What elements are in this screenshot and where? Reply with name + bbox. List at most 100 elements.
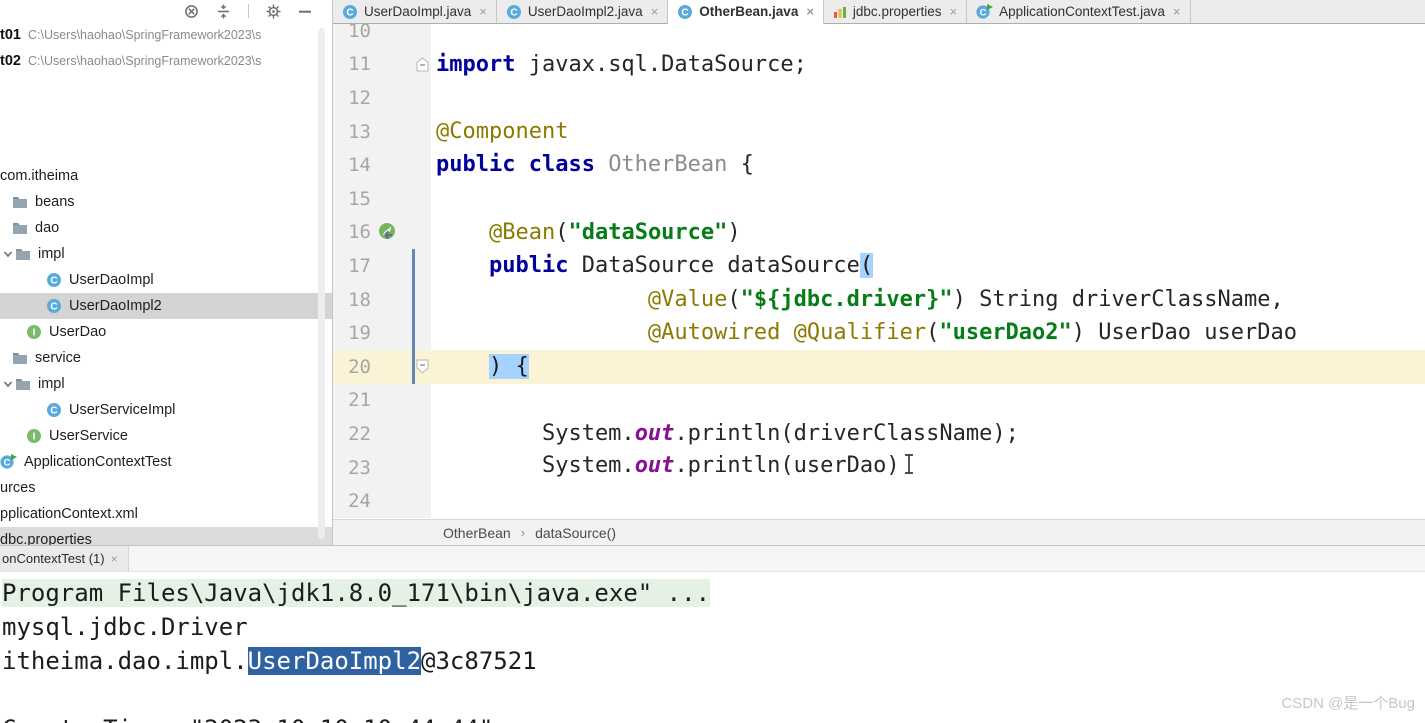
chevron-down-icon[interactable]	[0, 248, 15, 260]
code-lines: 10 11 import javax.sql.DataSource; 12 13 @Com…	[333, 24, 1425, 518]
tree-item-pplicationcontext-xml[interactable]: pplicationContext.xml	[0, 501, 332, 527]
tree-item-userservice[interactable]: I UserService	[0, 423, 332, 449]
class-icon: C	[677, 4, 693, 20]
code-line-20: 20 ) {	[333, 349, 1425, 384]
folder-icon	[12, 221, 28, 235]
tree-item-t01[interactable]: t01 C:\Users\haohao\SpringFramework2023\s	[0, 22, 332, 48]
run-tab[interactable]: onContextTest (1) ×	[0, 546, 129, 571]
code-text: @Bean("dataSource")	[488, 219, 741, 245]
module-name: t02	[0, 53, 21, 69]
fold-zone	[403, 181, 431, 216]
settings-icon	[266, 4, 281, 19]
tree-item-label: ApplicationContextTest	[24, 454, 172, 470]
gutter-icon-zone	[371, 383, 403, 418]
hide-button[interactable]	[298, 4, 312, 19]
collapse-all-button[interactable]	[216, 4, 231, 19]
breadcrumb-member[interactable]: dataSource()	[535, 525, 616, 541]
collapse-all-icon	[216, 4, 231, 19]
editor-tab-otherbean-java[interactable]: C OtherBean.java ×	[668, 0, 824, 24]
tree-item-label: UserService	[49, 428, 128, 444]
tree-item-userdaoimpl[interactable]: C UserDaoImpl	[0, 267, 332, 293]
tree-item-dbc-properties[interactable]: dbc.properties	[0, 527, 332, 545]
tree-item-t02[interactable]: t02 C:\Users\haohao\SpringFramework2023\s	[0, 48, 332, 74]
locate-button[interactable]	[184, 4, 199, 19]
main-area: t01 C:\Users\haohao\SpringFramework2023\s…	[0, 0, 1425, 546]
breadcrumb-class[interactable]: OtherBean	[443, 525, 511, 541]
gutter-icon-zone	[371, 181, 403, 216]
spring-bean-icon	[377, 222, 397, 242]
code-line-10: 10	[333, 24, 1425, 48]
tree-item-label: service	[35, 350, 81, 366]
properties-icon	[833, 5, 847, 19]
line-number: 22	[333, 417, 371, 451]
tree-item-dao[interactable]: dao	[0, 215, 332, 241]
fold-zone	[403, 383, 431, 418]
ide-window: t01 C:\Users\haohao\SpringFramework2023\s…	[0, 0, 1425, 723]
line-number: 10	[333, 24, 371, 48]
code-line-18: 18 @Value("${jdbc.driver}") String drive…	[333, 282, 1425, 317]
tree-item-applicationcontexttest[interactable]: C ApplicationContextTest	[0, 449, 332, 475]
close-icon[interactable]: ×	[806, 4, 814, 19]
fold-marker[interactable]	[403, 47, 431, 82]
code-line-19: 19 @Autowired @Qualifier("userDao2") Use…	[333, 316, 1425, 350]
editor-tab-userdaoimpl-java[interactable]: C UserDaoImpl.java ×	[333, 0, 497, 23]
close-icon[interactable]: ×	[479, 4, 487, 19]
tree-item-service[interactable]: service	[0, 345, 332, 371]
code-text: import javax.sql.DataSource;	[436, 51, 807, 77]
testclass-icon: C	[976, 3, 994, 20]
code-line-17: 17 public DataSource dataSource(	[333, 249, 1425, 283]
tree-item-urces[interactable]: urces	[0, 475, 332, 501]
chevron-down-icon[interactable]	[0, 378, 15, 390]
editor-tab-jdbc-properties[interactable]: jdbc.properties ×	[823, 0, 968, 23]
tree-item-impl[interactable]: impl	[0, 241, 332, 267]
close-icon[interactable]: ×	[949, 4, 957, 19]
line-number: 19	[333, 316, 371, 350]
locate-icon	[184, 4, 199, 19]
code-editor[interactable]: 10 11 import javax.sql.DataSource; 12 13 @Com…	[333, 24, 1425, 519]
line-number: 18	[333, 282, 371, 317]
gutter-icon-zone	[371, 148, 403, 182]
tree-item-label: dbc.properties	[0, 532, 92, 545]
tab-label: UserDaoImpl.java	[364, 4, 472, 19]
close-icon[interactable]: ×	[1173, 4, 1181, 19]
svg-text:C: C	[980, 7, 987, 18]
settings-button[interactable]	[266, 4, 281, 19]
console-output[interactable]: Program Files\Java\jdk1.8.0_171\bin\java…	[0, 572, 1425, 723]
folder-icon	[12, 351, 28, 365]
tree-item-userdao[interactable]: I UserDao	[0, 319, 332, 345]
line-number: 21	[333, 383, 371, 418]
editor-tab-strip: C UserDaoImpl.java × C UserDaoImpl2.java × C Ot…	[333, 0, 1425, 24]
editor-tab-userdaoimpl2-java[interactable]: C UserDaoImpl2.java ×	[496, 0, 669, 23]
close-icon[interactable]: ×	[111, 552, 118, 566]
close-icon[interactable]: ×	[651, 4, 659, 19]
interface-icon: I	[26, 324, 42, 340]
spring-bean-gutter[interactable]	[371, 215, 403, 250]
console-line: Create Time= "2023-10-10 10:44:44"	[2, 712, 1425, 723]
tree-item-userdaoimpl2[interactable]: C UserDaoImpl2	[0, 293, 332, 319]
line-number: 23	[333, 450, 371, 485]
tree-item-userserviceimpl[interactable]: C UserServiceImpl	[0, 397, 332, 423]
fold-marker[interactable]	[403, 349, 431, 384]
code-text: @Value("${jdbc.driver}") String driverCl…	[647, 286, 1284, 312]
run-panel: onContextTest (1) × Program Files\Java\j…	[0, 546, 1425, 723]
gutter-icon-zone	[371, 114, 403, 149]
gutter-icon-zone	[371, 349, 403, 384]
gutter-icon-zone	[371, 249, 403, 283]
tab-label: jdbc.properties	[852, 4, 942, 19]
tree-item-label: com.itheima	[0, 168, 79, 184]
class-icon: C	[46, 402, 62, 418]
tree-item-impl[interactable]: impl	[0, 371, 332, 397]
gutter-icon-zone	[371, 484, 403, 518]
tree-item-beans[interactable]: beans	[0, 189, 332, 215]
project-tree-scrollbar[interactable]	[318, 28, 325, 539]
tree-item-label: UserDao	[49, 324, 107, 340]
gutter-icon-zone	[371, 282, 403, 317]
line-number: 14	[333, 148, 371, 182]
editor-column: C UserDaoImpl.java × C UserDaoImpl2.java × C Ot…	[333, 0, 1425, 545]
code-line-22: 22 System.out.println(driverClassName);	[333, 417, 1425, 451]
editor-tab-applicationcontexttest-java[interactable]: C ApplicationContextTest.java ×	[967, 0, 1191, 23]
tree-item-label: pplicationContext.xml	[0, 506, 138, 522]
tree-item-com-itheima[interactable]: com.itheima	[0, 163, 332, 189]
project-tree[interactable]: t01 C:\Users\haohao\SpringFramework2023\s…	[0, 22, 332, 545]
tree-item-label: UserServiceImpl	[69, 402, 176, 418]
